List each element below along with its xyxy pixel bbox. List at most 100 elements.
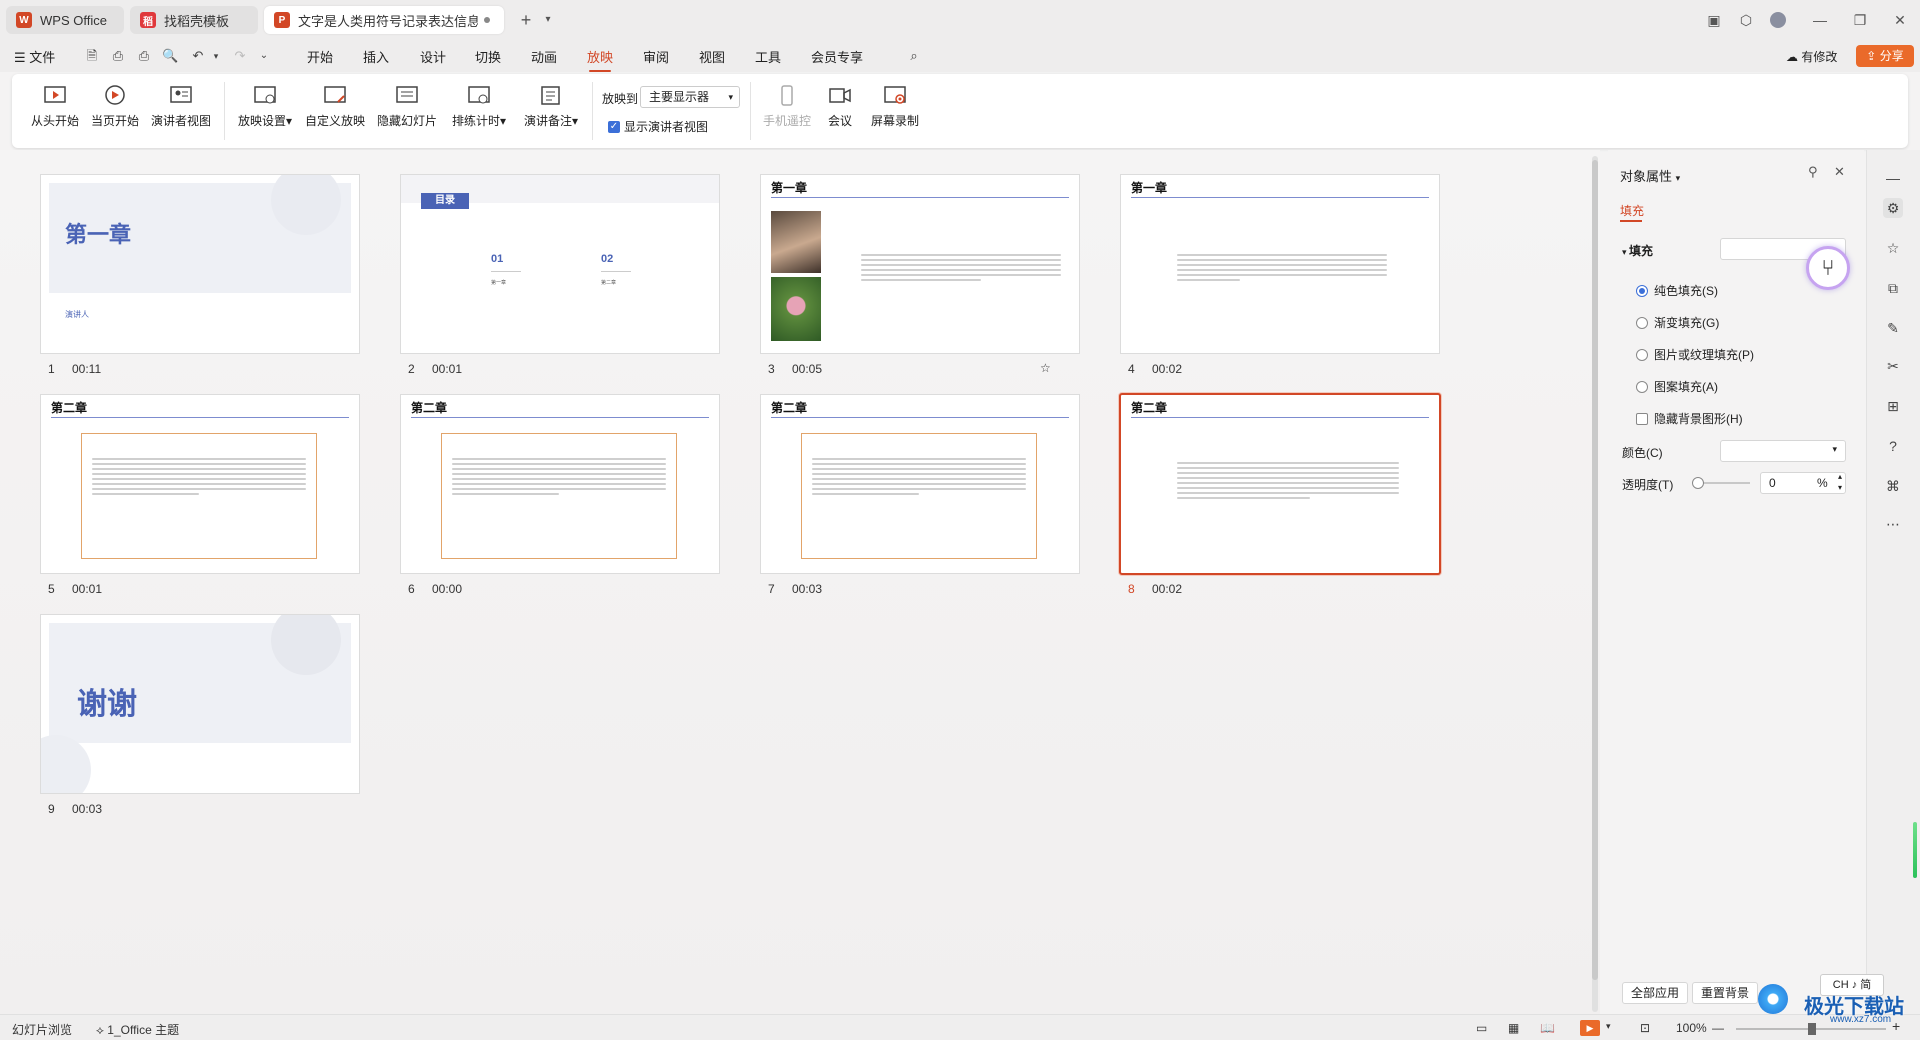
presenter-view-button[interactable]: 演讲者视图 — [148, 84, 214, 129]
play-slideshow-button[interactable]: ▶ — [1580, 1020, 1600, 1036]
slide-thumbnail-9[interactable]: 谢谢 — [40, 614, 360, 794]
menu-view[interactable]: 视图 — [699, 47, 725, 66]
scrollbar-thumb[interactable] — [1592, 160, 1598, 980]
menu-review[interactable]: 审阅 — [643, 47, 669, 66]
share-button[interactable]: ⇪ 分享 — [1856, 45, 1914, 67]
fill-section-header[interactable]: ▾ 填充 — [1622, 242, 1653, 259]
zoom-level[interactable]: 100% — [1676, 1021, 1707, 1035]
redo-icon[interactable]: ↷ — [232, 48, 248, 64]
tab-template[interactable]: 稻 找稻壳模板 — [130, 6, 258, 34]
slide-thumbnail-8[interactable]: 第二章 — [1119, 393, 1441, 575]
chevron-down-icon: ▾ — [1832, 444, 1837, 454]
menu-insert[interactable]: 插入 — [363, 47, 389, 66]
reset-background-button[interactable]: 重置背景 — [1692, 982, 1759, 1004]
slide-thumbnail-1[interactable]: 第一章 演讲人 — [40, 174, 360, 354]
unsaved-dot-icon[interactable] — [484, 17, 490, 23]
file-menu[interactable]: ☰ 文件 — [14, 47, 55, 66]
layout-icon[interactable]: ▣ — [1704, 10, 1724, 30]
slide-thumbnail-7[interactable]: 第二章 — [760, 394, 1080, 574]
layers-icon[interactable]: ⧉ — [1883, 278, 1903, 298]
menu-member[interactable]: 会员专享 — [811, 47, 863, 66]
monitor-select[interactable]: 主要显示器 ▾ — [640, 86, 740, 108]
gradient-fill-radio[interactable]: 渐变填充(G) — [1636, 314, 1719, 331]
new-tab-button[interactable]: + — [516, 10, 536, 30]
fit-icon[interactable]: ⊡ — [1640, 1021, 1650, 1035]
collapse-icon[interactable]: — — [1883, 168, 1903, 188]
avatar[interactable] — [1768, 10, 1788, 30]
chevron-down-icon[interactable]: ▾ — [1606, 1021, 1611, 1032]
image-edit-icon[interactable]: ✎ — [1883, 318, 1903, 338]
ribbon-divider — [592, 82, 593, 140]
pattern-fill-radio[interactable]: 图案填充(A) — [1636, 378, 1718, 395]
slide-thumbnail-3[interactable]: 第一章 — [760, 174, 1080, 354]
slide-thumbnail-2[interactable]: 目录 01 第一章 02 第二章 — [400, 174, 720, 354]
zoom-out-icon[interactable]: — — [1712, 1021, 1724, 1035]
hide-slide-button[interactable]: 隐藏幻灯片 — [376, 84, 438, 129]
screen-record-button[interactable]: 屏幕录制 — [868, 84, 922, 129]
normal-view-icon[interactable]: ▭ — [1476, 1021, 1487, 1035]
spinner-icon[interactable]: ▴ ▾ — [1838, 471, 1842, 493]
book-icon[interactable]: ⊞ — [1883, 396, 1903, 416]
slide-thumbnail-4[interactable]: 第一章 — [1120, 174, 1440, 354]
zoom-in-icon[interactable]: + — [1892, 1018, 1900, 1034]
transparency-slider-handle[interactable] — [1692, 477, 1704, 489]
tab-document[interactable]: P 文字是人类用符号记录表达信息以 — [264, 6, 504, 34]
help-icon[interactable]: ? — [1883, 436, 1903, 456]
undo-icon[interactable]: ↶ — [190, 48, 206, 64]
checkbox-label: 隐藏背景图形(H) — [1654, 412, 1743, 426]
from-start-button[interactable]: 从头开始 — [28, 84, 82, 129]
meeting-button[interactable]: 会议 — [820, 84, 860, 129]
menu-transition[interactable]: 切换 — [475, 47, 501, 66]
gift-icon[interactable]: ⌘ — [1883, 476, 1903, 496]
color-select[interactable]: ▾ — [1720, 440, 1846, 462]
rehearse-button[interactable]: 排练计时▾ — [448, 84, 510, 129]
zoom-slider-handle[interactable] — [1808, 1023, 1816, 1035]
custom-show-button[interactable]: 自定义放映 — [304, 84, 366, 129]
slide-thumbnail-6[interactable]: 第二章 — [400, 394, 720, 574]
menu-animation[interactable]: 动画 — [531, 47, 557, 66]
panel-title[interactable]: 对象属性 ▾ — [1620, 166, 1680, 185]
transparency-input[interactable]: 0 % ▴ ▾ — [1760, 472, 1846, 494]
speaker-notes-button[interactable]: 演讲备注▾ — [520, 84, 582, 129]
restore-icon[interactable]: ❐ — [1850, 10, 1870, 30]
sorter-view-icon[interactable]: ▦ — [1508, 1021, 1519, 1035]
picture-fill-radio[interactable]: 图片或纹理填充(P) — [1636, 346, 1754, 363]
slide-thumbnail-5[interactable]: 第二章 — [40, 394, 360, 574]
apply-all-button[interactable]: 全部应用 — [1622, 982, 1689, 1004]
animation-star-icon[interactable]: ☆ — [1040, 361, 1051, 375]
tab-fill[interactable]: 填充 — [1620, 202, 1644, 219]
menu-tools[interactable]: 工具 — [755, 47, 781, 66]
has-changes-button[interactable]: ☁ 有修改 — [1786, 48, 1837, 65]
from-current-button[interactable]: 当页开始 — [88, 84, 142, 129]
tab-wps-office[interactable]: W WPS Office — [6, 6, 124, 34]
print-icon[interactable]: ⎙ — [136, 48, 152, 64]
export-pdf-icon[interactable]: ⎙ — [110, 48, 126, 64]
save-icon[interactable]: 🗎 — [84, 48, 100, 64]
minimize-icon[interactable]: — — [1810, 10, 1830, 30]
assistant-icon[interactable]: ⑂ — [1806, 246, 1850, 290]
template-icon: 稻 — [140, 12, 156, 28]
more-icon[interactable]: ⋯ — [1883, 514, 1903, 534]
tab-list-chevron-icon[interactable]: ▾ — [538, 10, 558, 30]
close-panel-icon[interactable]: ✕ — [1834, 164, 1845, 180]
search-icon[interactable]: ⌕ — [906, 48, 922, 64]
star-icon[interactable]: ☆ — [1883, 238, 1903, 258]
properties-icon[interactable]: ⚙ — [1883, 198, 1903, 218]
tools-icon[interactable]: ✂ — [1883, 356, 1903, 376]
more-chevron-icon[interactable]: ⌄ — [256, 48, 272, 64]
print-preview-icon[interactable]: 🔍 — [162, 48, 178, 64]
solid-fill-radio[interactable]: 纯色填充(S) — [1636, 282, 1718, 299]
reading-view-icon[interactable]: 📖 — [1540, 1021, 1555, 1035]
close-icon[interactable]: ✕ — [1890, 10, 1910, 30]
menu-home[interactable]: 开始 — [307, 47, 333, 66]
phone-remote-button[interactable]: 手机遥控 — [760, 84, 814, 129]
theme-button[interactable]: ⟡ 1_Office 主题 — [96, 1021, 179, 1038]
menu-design[interactable]: 设计 — [420, 47, 446, 66]
menu-slideshow[interactable]: 放映 — [587, 47, 613, 72]
show-presenter-checkbox[interactable]: ✓ 显示演讲者视图 — [608, 118, 708, 135]
show-settings-button[interactable]: 放映设置▾ — [234, 84, 296, 129]
pin-icon[interactable]: ⚲ — [1808, 164, 1818, 180]
undo-chevron-icon[interactable]: ▾ — [208, 48, 224, 64]
hide-bg-checkbox[interactable]: 隐藏背景图形(H) — [1636, 410, 1743, 427]
cube-icon[interactable]: ⬡ — [1736, 10, 1756, 30]
